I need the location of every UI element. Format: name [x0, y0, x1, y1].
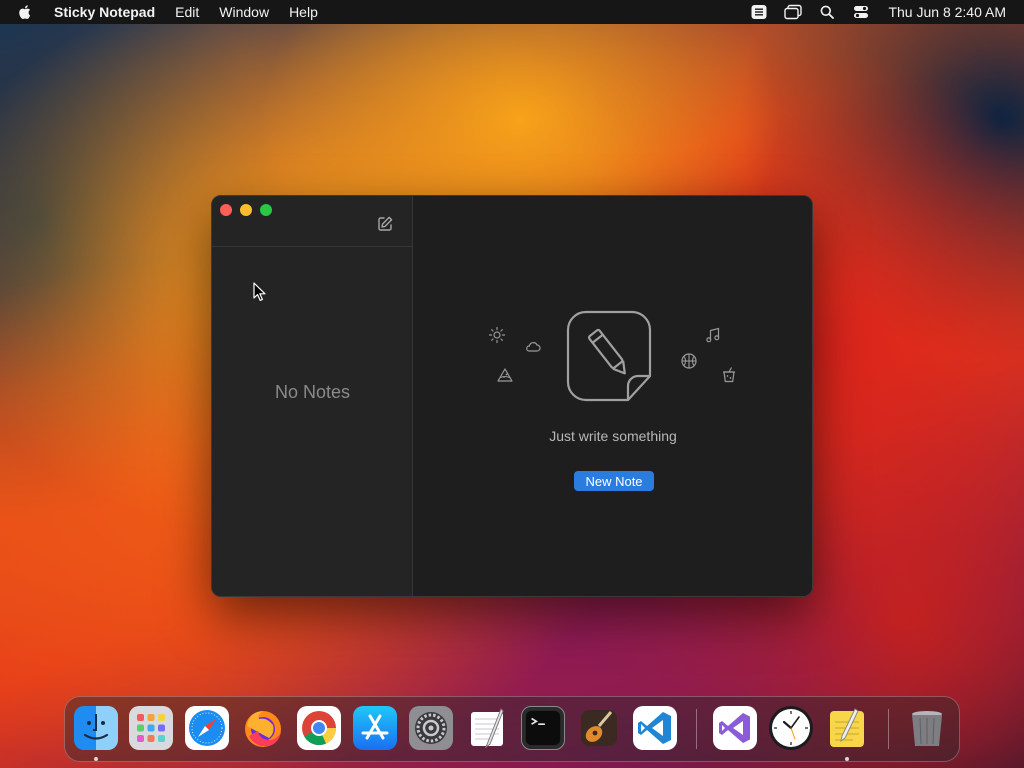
app-status-list-icon[interactable] [750, 3, 768, 21]
clock-icon[interactable] [769, 706, 813, 750]
mouse-cursor-icon [253, 282, 267, 302]
screen-mirroring-icon[interactable] [784, 3, 803, 21]
system-settings-icon[interactable] [409, 706, 453, 750]
menu-clock[interactable]: Thu Jun 8 2:40 AM [888, 4, 1006, 20]
cloud-icon [524, 338, 542, 356]
app-menu[interactable]: Sticky Notepad [54, 4, 155, 20]
launchpad-icon[interactable] [129, 706, 173, 750]
new-note-button[interactable]: New Note [574, 471, 654, 491]
notes-sidebar: No Notes [212, 196, 413, 596]
maximize-window-button[interactable] [260, 204, 272, 216]
sticky-notepad-window: No Notes Just write something New Note [211, 195, 813, 597]
chrome-icon[interactable] [297, 706, 341, 750]
no-notes-label: No Notes [274, 382, 351, 402]
control-center-icon[interactable] [852, 3, 870, 21]
note-editor-area: Just write something New Note [414, 196, 812, 596]
music-note-icon [704, 326, 722, 344]
pizza-icon [496, 366, 514, 384]
finder-icon[interactable] [74, 706, 118, 750]
sticky-notepad-icon[interactable] [825, 706, 869, 750]
textedit-icon[interactable] [465, 706, 509, 750]
spotlight-search-icon[interactable] [818, 3, 836, 21]
finder-running-indicator [94, 757, 98, 761]
sticky-notepad-running-indicator [845, 757, 849, 761]
safari-icon[interactable] [185, 706, 229, 750]
terminal-icon[interactable] [521, 706, 565, 750]
apple-menu-icon[interactable] [18, 4, 34, 20]
instruments-icon[interactable] [577, 706, 621, 750]
menu-edit[interactable]: Edit [175, 4, 199, 20]
minimize-window-button[interactable] [240, 204, 252, 216]
drink-cup-icon [720, 366, 738, 384]
status-area: Thu Jun 8 2:40 AM [750, 0, 1024, 24]
compose-note-icon[interactable] [376, 215, 394, 233]
note-pencil-illustration-icon [566, 310, 652, 402]
dock-separator-trash [888, 709, 889, 749]
sun-icon [488, 326, 506, 344]
menu-window[interactable]: Window [219, 4, 269, 20]
vscode-icon[interactable] [633, 706, 677, 750]
menu-bar: Sticky Notepad Edit Window Help Thu Jun … [0, 0, 1024, 24]
dock-separator [696, 709, 697, 749]
basketball-icon [680, 352, 698, 370]
trash-icon[interactable] [905, 706, 949, 750]
empty-state-tagline: Just write something [549, 428, 677, 444]
app-store-icon[interactable] [353, 706, 397, 750]
firefox-icon[interactable] [241, 706, 285, 750]
close-window-button[interactable] [220, 204, 232, 216]
menu-help[interactable]: Help [289, 4, 318, 20]
visual-studio-icon[interactable] [713, 706, 757, 750]
sidebar-toolbar [212, 196, 412, 247]
dock [64, 696, 960, 762]
